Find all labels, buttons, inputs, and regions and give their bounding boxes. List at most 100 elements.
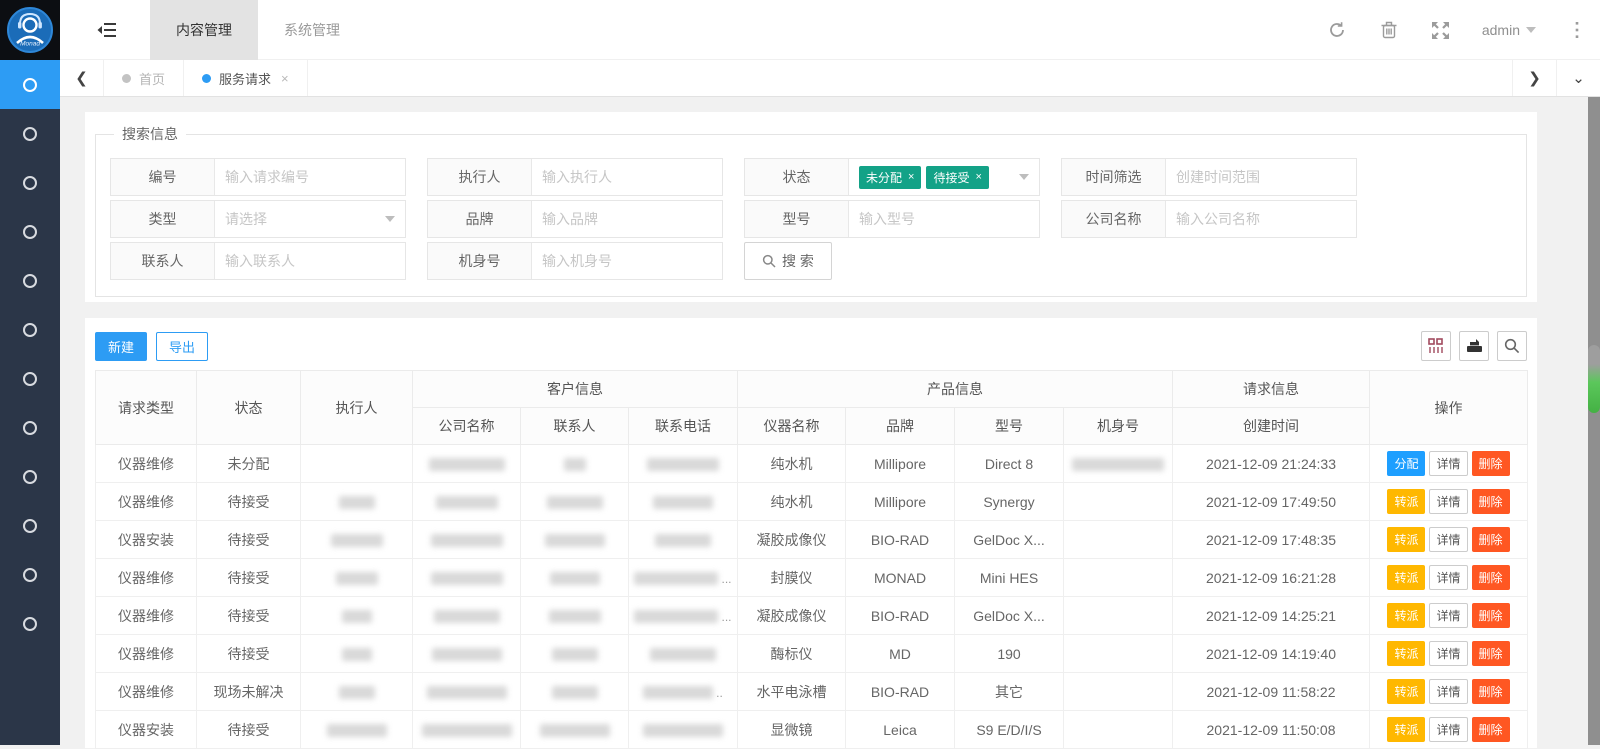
sidebar-item-4[interactable] <box>0 207 60 256</box>
delete-button[interactable]: 删除 <box>1472 641 1510 666</box>
sidebar <box>0 60 60 745</box>
detail-button[interactable]: 详情 <box>1429 603 1467 628</box>
cell-instrument: 纯水机 <box>738 445 846 483</box>
delete-button[interactable]: 删除 <box>1472 603 1510 628</box>
delete-button[interactable]: 删除 <box>1472 565 1510 590</box>
cell-brand: BIO-RAD <box>846 673 955 711</box>
delete-button[interactable]: 删除 <box>1472 489 1510 514</box>
field-input[interactable]: 输入请求编号 <box>215 159 405 195</box>
search-field-1-2: 执行人输入执行人 <box>427 158 723 196</box>
field-input[interactable]: 输入执行人 <box>532 159 722 195</box>
detail-button[interactable]: 详情 <box>1429 717 1467 742</box>
cell-type: 仪器维修 <box>96 597 197 635</box>
masked-value <box>432 648 502 661</box>
cell-contact <box>521 559 629 597</box>
delete-button[interactable]: 删除 <box>1472 717 1510 742</box>
transfer-button[interactable]: 转派 <box>1387 679 1425 704</box>
sidebar-item-2[interactable] <box>0 109 60 158</box>
search-field-2-2: 品牌输入品牌 <box>427 200 723 238</box>
field-input[interactable]: 创建时间范围 <box>1166 159 1356 195</box>
caret-down-icon <box>385 216 395 222</box>
cell-actions: 转派详情删除 <box>1370 559 1528 597</box>
top-nav-tab-1[interactable]: 内容管理 <box>150 0 258 60</box>
sidebar-item-9[interactable] <box>0 452 60 501</box>
transfer-button[interactable]: 转派 <box>1387 717 1425 742</box>
transfer-button[interactable]: 转派 <box>1387 603 1425 628</box>
sidebar-collapse-icon[interactable] <box>92 16 122 44</box>
columns-icon[interactable] <box>1421 331 1451 361</box>
detail-button[interactable]: 详情 <box>1429 565 1467 590</box>
field-select[interactable]: 请选择 <box>215 201 405 237</box>
brand-logo-icon: Monad <box>7 7 53 53</box>
transfer-button[interactable]: 转派 <box>1387 641 1425 666</box>
transfer-button[interactable]: 转派 <box>1387 489 1425 514</box>
transfer-button[interactable]: 转派 <box>1387 527 1425 552</box>
cell-created: 2021-12-09 14:19:40 <box>1173 635 1370 673</box>
top-nav-tab-2[interactable]: 系统管理 <box>258 0 366 60</box>
tabs-scroll-right-icon[interactable]: ❯ <box>1512 60 1556 96</box>
field-input[interactable]: 输入联系人 <box>215 243 405 279</box>
delete-button[interactable]: 删除 <box>1472 679 1510 704</box>
sidebar-item-7[interactable] <box>0 354 60 403</box>
detail-button[interactable]: 详情 <box>1429 527 1467 552</box>
sidebar-item-10[interactable] <box>0 501 60 550</box>
more-vertical-icon[interactable] <box>1566 19 1588 41</box>
masked-value <box>336 572 378 585</box>
tabs-scroll-left-icon[interactable]: ❮ <box>60 60 104 96</box>
search-row-1: 编号输入请求编号执行人输入执行人状态未分配 ×待接受 ×时间筛选创建时间范围 <box>110 158 1512 196</box>
create-button[interactable]: 新建 <box>95 332 147 361</box>
tabs-menu-icon[interactable]: ⌄ <box>1556 60 1600 96</box>
delete-button[interactable]: 删除 <box>1472 451 1510 476</box>
search-icon[interactable] <box>1497 331 1527 361</box>
cell-type: 仪器维修 <box>96 635 197 673</box>
user-menu[interactable]: admin <box>1482 22 1536 38</box>
delete-button[interactable]: 删除 <box>1472 527 1510 552</box>
page-tab-2[interactable]: 服务请求 × <box>184 60 308 96</box>
detail-button[interactable]: 详情 <box>1429 451 1467 476</box>
field-multiselect[interactable]: 未分配 ×待接受 × <box>849 159 1039 195</box>
sidebar-item-5[interactable] <box>0 256 60 305</box>
masked-value <box>431 572 503 585</box>
sidebar-item-1[interactable] <box>0 60 60 109</box>
cell-actions: 转派详情删除 <box>1370 483 1528 521</box>
vertical-scrollbar-thumb[interactable] <box>1588 345 1600 413</box>
detail-button[interactable]: 详情 <box>1429 641 1467 666</box>
detail-button[interactable]: 详情 <box>1429 679 1467 704</box>
search-button[interactable]: 搜 索 <box>744 242 832 280</box>
column-header: 创建时间 <box>1173 408 1370 445</box>
field-input[interactable]: 输入品牌 <box>532 201 722 237</box>
sidebar-item-8[interactable] <box>0 403 60 452</box>
cell-instrument: 凝胶成像仪 <box>738 597 846 635</box>
masked-value <box>545 534 605 547</box>
cell-company <box>413 521 521 559</box>
tag-close-icon[interactable]: × <box>975 171 981 183</box>
page-tab-1[interactable]: 首页 <box>104 60 184 96</box>
transfer-button[interactable]: 转派 <box>1387 565 1425 590</box>
export-button[interactable]: 导出 <box>156 332 208 361</box>
page-tab-label: 服务请求 <box>219 69 271 88</box>
sidebar-item-11[interactable] <box>0 550 60 599</box>
field-input[interactable]: 输入公司名称 <box>1166 201 1356 237</box>
refresh-icon[interactable] <box>1326 19 1348 41</box>
cell-contact <box>521 483 629 521</box>
column-header: 联系电话 <box>629 408 738 445</box>
sidebar-item-6[interactable] <box>0 305 60 354</box>
cell-executor <box>301 711 413 749</box>
assign-button[interactable]: 分配 <box>1387 451 1425 476</box>
sidebar-item-3[interactable] <box>0 158 60 207</box>
sidebar-item-12[interactable] <box>0 599 60 648</box>
cell-type: 仪器维修 <box>96 559 197 597</box>
cell-brand: MONAD <box>846 559 955 597</box>
tag-close-icon[interactable]: × <box>908 171 914 183</box>
tab-close-icon[interactable]: × <box>281 71 289 86</box>
detail-button[interactable]: 详情 <box>1429 489 1467 514</box>
field-input[interactable]: 输入型号 <box>849 201 1039 237</box>
status-tag: 待接受 × <box>926 166 988 189</box>
trash-icon[interactable] <box>1378 19 1400 41</box>
masked-value <box>431 534 503 547</box>
vertical-scrollbar-track[interactable] <box>1588 97 1600 745</box>
brand-logo[interactable]: Monad <box>0 0 60 60</box>
print-icon[interactable] <box>1459 331 1489 361</box>
fullscreen-icon[interactable] <box>1430 19 1452 41</box>
field-input[interactable]: 输入机身号 <box>532 243 722 279</box>
